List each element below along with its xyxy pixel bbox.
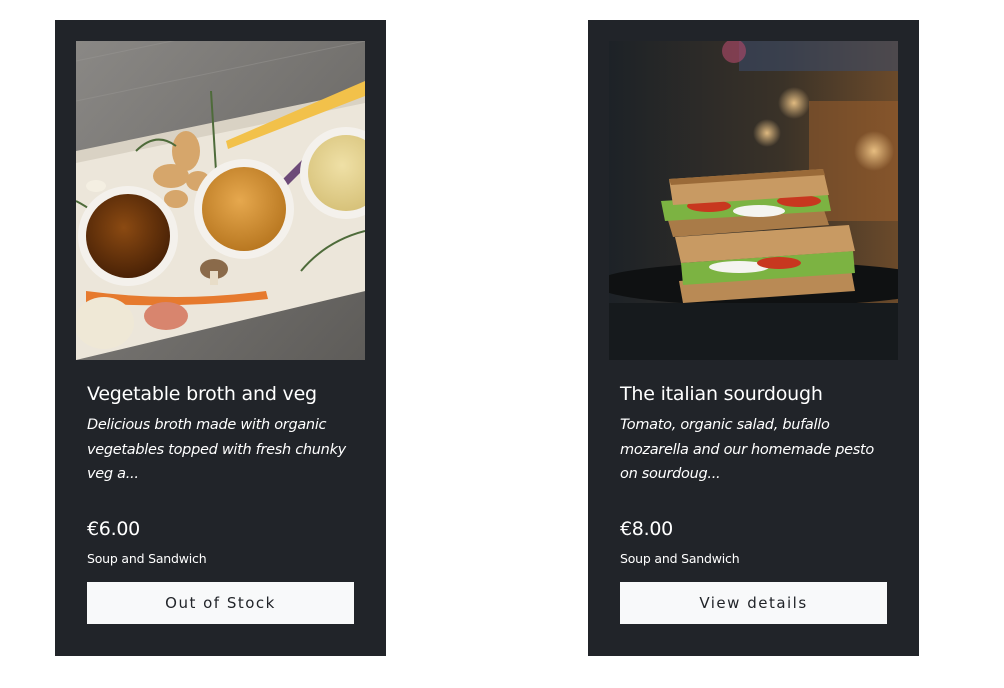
broth-photo <box>76 41 365 360</box>
view-details-button[interactable]: View details <box>620 582 887 624</box>
product-card: Vegetable broth and veg Delicious broth … <box>55 20 386 656</box>
product-description: Delicious broth made with organic vegeta… <box>87 417 346 482</box>
out-of-stock-button[interactable]: Out of Stock <box>87 582 354 624</box>
product-title[interactable]: Vegetable broth and veg <box>87 382 367 406</box>
product-price: €8.00 <box>620 518 673 540</box>
product-card: The italian sourdough Tomato, organic sa… <box>588 20 919 656</box>
sandwich-photo <box>609 41 898 360</box>
product-title[interactable]: The italian sourdough <box>620 382 900 406</box>
product-image[interactable] <box>609 41 898 360</box>
product-price: €6.00 <box>87 518 140 540</box>
product-category: Soup and Sandwich <box>87 551 207 566</box>
product-image[interactable] <box>76 41 365 360</box>
product-description: Tomato, organic salad, bufallo mozarella… <box>620 417 874 482</box>
product-category: Soup and Sandwich <box>620 551 740 566</box>
